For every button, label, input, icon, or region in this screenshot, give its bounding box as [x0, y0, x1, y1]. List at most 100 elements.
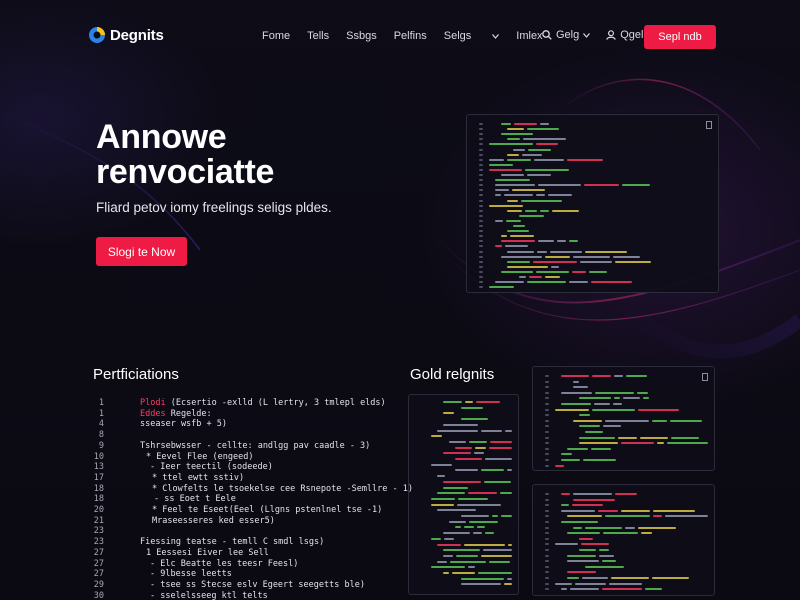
code-text: - sselelsseeg ktl telts: [150, 590, 268, 600]
nav-link-home[interactable]: Fome: [262, 30, 290, 42]
panel-line-number: [479, 276, 483, 278]
panel-code-token: [567, 532, 600, 535]
code-text: sseaser wsfb + 5): [140, 419, 227, 430]
panel-line-number: [545, 375, 549, 377]
panel-code-token: [561, 453, 572, 456]
panel-code-token: [495, 184, 535, 187]
panel-code-token: [589, 270, 607, 273]
panel-code-token: [573, 255, 610, 258]
panel-code-token: [567, 554, 596, 557]
panel-line-number: [479, 199, 483, 202]
panel-code-token: [626, 375, 647, 377]
panel-code-token: [456, 554, 478, 557]
panel-line-number: [479, 219, 483, 222]
panel-code-token: [561, 403, 591, 405]
panel-code-token: [431, 435, 442, 438]
panel-line-number: [545, 464, 549, 467]
panel-code-token: [461, 515, 489, 517]
panel-code-token: [485, 532, 494, 535]
panel-line-number: [545, 453, 549, 456]
panel-code-token: [525, 209, 537, 212]
line-number: 23: [93, 526, 104, 537]
panel-code-token: [489, 286, 514, 289]
panel-code-token: [652, 577, 689, 579]
panel-code-token: [622, 184, 650, 187]
nav-link-tells[interactable]: Tells: [307, 30, 329, 42]
panel-code-token: [555, 582, 572, 585]
line-number: 10: [93, 451, 104, 462]
panel-line-number: [479, 204, 483, 207]
panel-code-token: [581, 543, 609, 546]
panel-line-number: [545, 493, 549, 495]
panel-code-token: [538, 184, 581, 187]
panel-code-token: [638, 408, 679, 411]
panel-line-number: [479, 148, 483, 151]
nav-cta-button[interactable]: Sepl ndb: [644, 25, 716, 49]
panel-line-number: [479, 158, 483, 161]
line-number: 8: [98, 430, 104, 441]
panel-code-token: [477, 526, 485, 529]
panel-line-number: [479, 209, 483, 212]
panel-code-token: [485, 458, 512, 460]
panel-code-token: [475, 446, 486, 449]
nav-link-imlex[interactable]: Imlex: [516, 30, 542, 42]
panel-code-token: [444, 537, 454, 540]
panel-code-token: [573, 380, 579, 383]
line-number: 18: [93, 483, 104, 494]
panel-line-number: [545, 436, 549, 439]
panel-code-token: [584, 184, 619, 187]
panel-code-token: [569, 240, 578, 243]
panel-line-number: [479, 250, 483, 253]
panel-code-token: [545, 255, 570, 258]
nav-link-ssbgs[interactable]: Ssbgs: [346, 30, 377, 42]
panel-code-token: [495, 189, 509, 192]
panel-code-token: [603, 532, 638, 535]
panel-code-token: [569, 281, 588, 284]
panel-code-token: [513, 225, 525, 227]
panel-line-number: [545, 397, 549, 400]
panel-code-token: [504, 583, 512, 586]
panel-line-number: [479, 194, 483, 197]
panel-code-token: [481, 469, 504, 472]
search-label: Gelg: [556, 29, 580, 41]
panel-code-token: [478, 572, 512, 574]
panel-line-number: [479, 260, 483, 263]
panel-code-token: [501, 235, 507, 238]
brand-logo[interactable]: Degnits: [88, 26, 164, 44]
panel-code-token: [490, 440, 512, 443]
panel-line-number: [545, 543, 549, 546]
line-number: 30: [93, 590, 104, 600]
panel-code-token: [537, 250, 547, 253]
panel-line-number: [545, 515, 549, 518]
panel-code-token: [550, 250, 582, 253]
panel-code-token: [469, 440, 487, 443]
nav-dropdown-selgs[interactable]: Selgs: [444, 30, 500, 42]
panel-line-number: [545, 526, 549, 529]
panel-code-token: [431, 537, 441, 540]
code-text: Mraseesseres ked esser5): [152, 515, 275, 526]
code-text: Eddes Regelde:: [140, 408, 212, 419]
panel-code-token: [561, 588, 567, 591]
panel-code-token: [525, 168, 569, 171]
hero-cta-button[interactable]: Slogi te Now: [96, 237, 187, 266]
panel-line-number: [479, 265, 483, 268]
panel-code-token: [461, 418, 488, 421]
panel-code-token: [505, 429, 512, 432]
main-menu: Fome Tells Ssbgs Pelfins Selgs Imlex: [262, 30, 560, 42]
panel-code-token: [670, 419, 702, 422]
panel-code-token: [455, 446, 472, 449]
panel-code-token: [583, 459, 616, 461]
panel-code-token: [528, 148, 551, 151]
panel-code-token: [625, 526, 635, 529]
panel-code-token: [641, 532, 652, 535]
panel-code-token: [579, 436, 615, 439]
nav-link-pelfins[interactable]: Pelfins: [394, 30, 427, 42]
panel-code-token: [461, 577, 504, 580]
code-text: - Ieer teectil (sodeede): [150, 462, 273, 473]
panel-code-token: [615, 493, 637, 495]
panel-code-token: [483, 549, 512, 552]
search-dropdown[interactable]: Gelg: [542, 29, 591, 41]
panel-line-number: [479, 281, 483, 284]
panel-code-token: [599, 554, 614, 557]
panel-code-token: [443, 572, 449, 574]
